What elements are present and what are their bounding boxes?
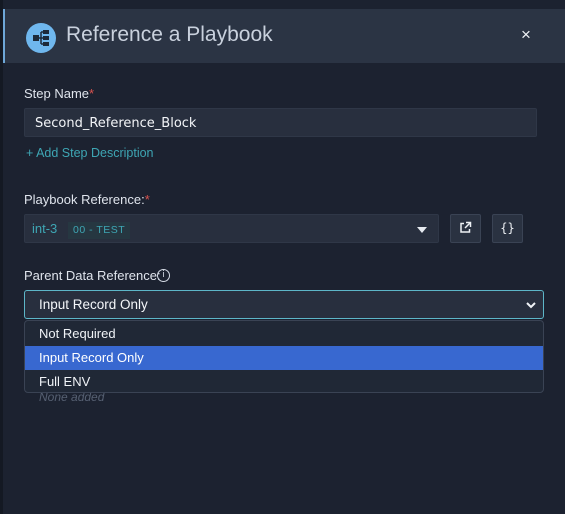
- add-step-description-link[interactable]: + Add Step Description: [26, 146, 154, 160]
- step-name-input[interactable]: Second_Reference_Block: [24, 108, 537, 137]
- option-not-required[interactable]: Not Required: [25, 322, 543, 346]
- required-marker: *: [89, 86, 95, 101]
- step-name-label: Step Name*: [24, 86, 94, 101]
- parent-data-reference-select[interactable]: Input Record Only: [24, 290, 544, 319]
- close-button[interactable]: ×: [517, 25, 535, 45]
- parent-data-reference-label: Parent Data Reference:: [24, 268, 161, 283]
- chevron-down-icon: [526, 302, 536, 309]
- left-edge-strip: [0, 0, 3, 514]
- json-button[interactable]: {}: [492, 214, 523, 243]
- playbook-reference-label-text: Playbook Reference:: [24, 192, 145, 207]
- info-icon[interactable]: i: [157, 269, 170, 282]
- option-full-env[interactable]: Full ENV: [25, 370, 543, 394]
- playbook-reference-icon: [26, 23, 56, 53]
- selected-value: Input Record Only: [39, 297, 148, 312]
- playbook-reference-label: Playbook Reference:*: [24, 192, 150, 207]
- external-link-icon: [460, 222, 472, 234]
- dialog-title: Reference a Playbook: [66, 23, 273, 46]
- required-marker: *: [144, 192, 150, 207]
- playbook-reference-select[interactable]: int-3 00 - TEST: [24, 214, 439, 243]
- parent-data-reference-options: Not Required Input Record Only Full ENV: [24, 320, 544, 393]
- step-name-label-text: Step Name: [24, 86, 90, 101]
- playbook-tag-badge: 00 - TEST: [68, 222, 131, 239]
- caret-down-icon: [417, 227, 427, 233]
- option-input-record-only[interactable]: Input Record Only: [25, 346, 543, 370]
- playbook-code: int-3: [32, 221, 58, 236]
- open-playbook-button[interactable]: [450, 214, 481, 243]
- dialog-header: Reference a Playbook ×: [3, 9, 565, 63]
